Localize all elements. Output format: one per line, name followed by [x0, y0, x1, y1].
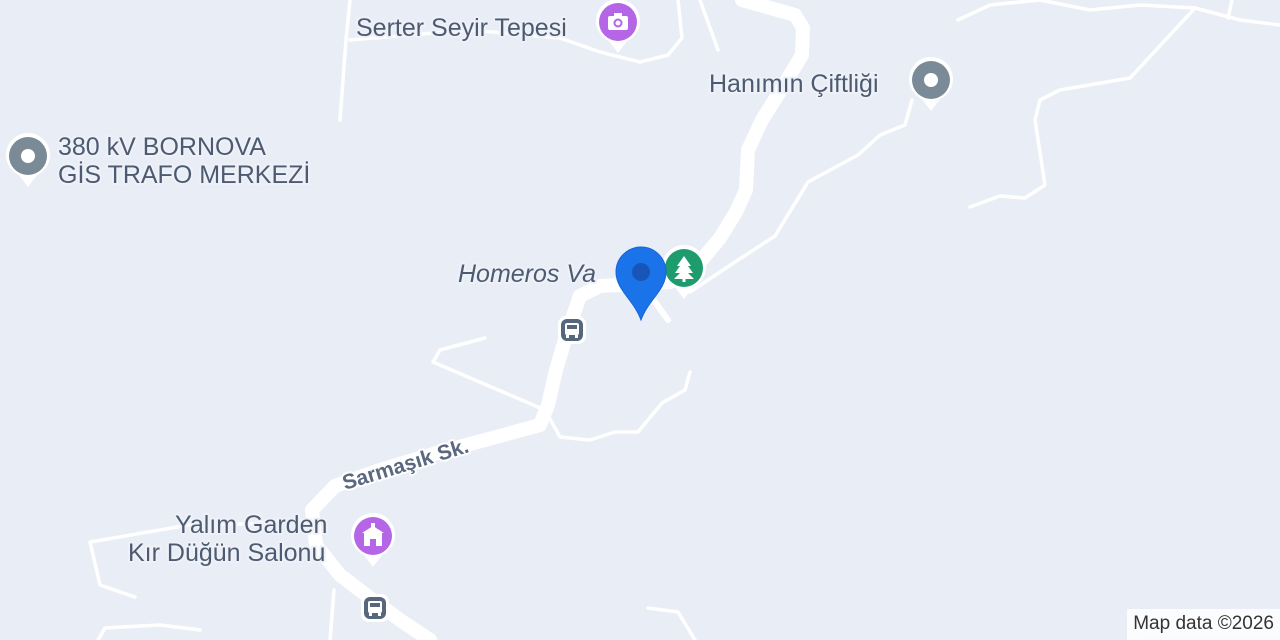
place-label-bornova-line2[interactable]: GİS TRAFO MERKEZİ [56, 158, 312, 191]
place-label-hanimin[interactable]: Hanımın Çiftliği [707, 68, 881, 100]
place-marker-homeros[interactable] [662, 244, 706, 299]
place-label-homeros[interactable]: Homeros Va [456, 258, 598, 290]
place-label-bornova-line1[interactable]: 380 kV BORNOVA [56, 131, 268, 163]
place-label-serter[interactable]: Serter Seyir Tepesi [354, 12, 569, 44]
map-attribution[interactable]: Map data ©2026 [1127, 609, 1280, 640]
place-dot-icon [924, 73, 938, 87]
place-marker-bornova[interactable] [6, 132, 50, 187]
place-marker-serter[interactable] [596, 0, 640, 53]
bus-stop-2[interactable] [361, 594, 389, 622]
place-marker-yalim[interactable] [351, 512, 395, 567]
place-dot-icon [21, 149, 35, 163]
place-label-yalim-line1[interactable]: Yalım Garden [173, 509, 329, 541]
bus-stop-1[interactable] [558, 316, 586, 344]
road-label-sarmasik: Sarmaşık Sk. [340, 435, 472, 495]
map-canvas[interactable]: Sarmaşık Sk. Serter Seyir Tepesi Hanımın… [0, 0, 1280, 640]
place-marker-hanimin[interactable] [909, 56, 953, 111]
place-label-yalim-line2[interactable]: Kır Düğün Salonu [126, 537, 327, 569]
